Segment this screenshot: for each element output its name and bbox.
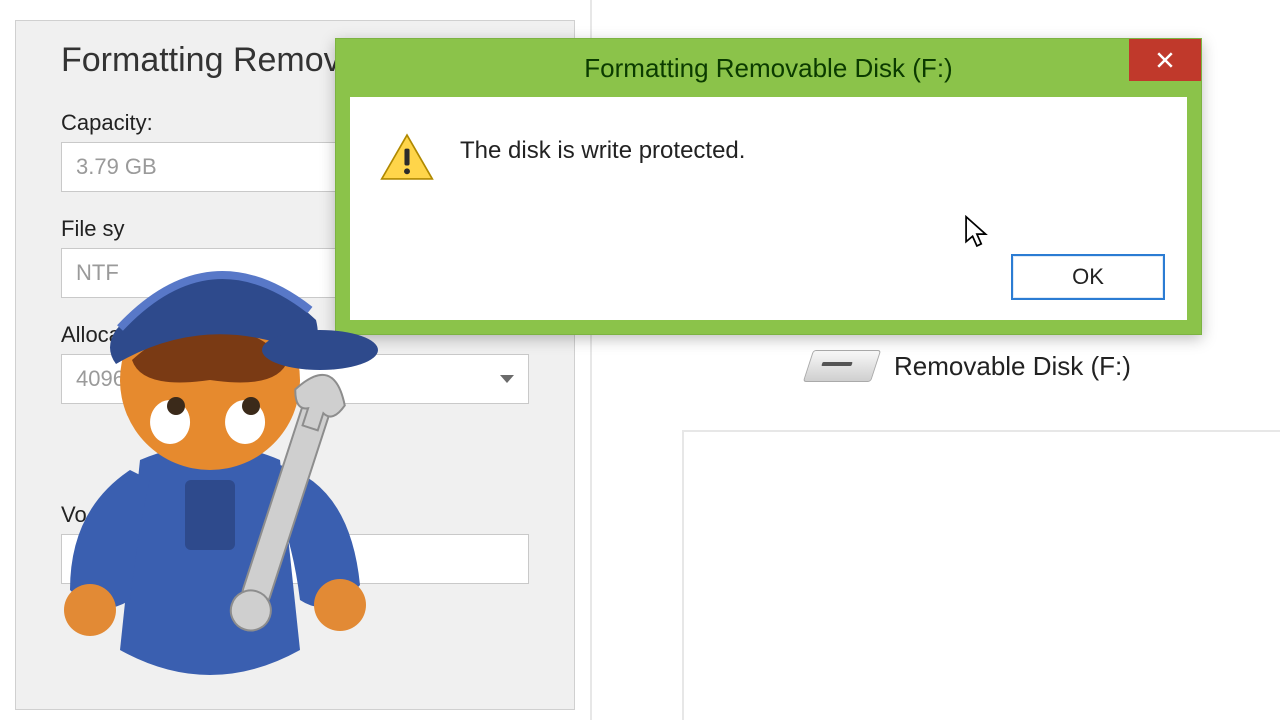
divider-horizontal — [682, 430, 1280, 432]
message-box-title: Formatting Removable Disk (F:) — [584, 53, 952, 84]
cursor-icon — [965, 215, 991, 251]
message-text: The disk is write protected. — [460, 137, 745, 165]
message-box-body: The disk is write protected. OK — [350, 97, 1187, 320]
message-box-titlebar[interactable]: Formatting Removable Disk (F:) — [336, 39, 1201, 97]
close-icon — [1156, 51, 1174, 69]
close-button[interactable] — [1129, 39, 1201, 81]
message-box: Formatting Removable Disk (F:) The disk … — [335, 38, 1202, 335]
ok-button[interactable]: OK — [1011, 254, 1165, 300]
capacity-value: 3.79 GB — [76, 154, 157, 180]
chevron-down-icon — [500, 375, 514, 383]
warning-icon — [380, 133, 434, 181]
drive-list-item[interactable]: Removable Disk (F:) — [800, 340, 1131, 392]
ok-button-label: OK — [1072, 264, 1104, 290]
drive-label: Removable Disk (F:) — [894, 351, 1131, 382]
technician-mascot-icon — [20, 210, 400, 710]
divider-vertical-2 — [682, 430, 684, 720]
removable-disk-icon — [800, 340, 884, 392]
